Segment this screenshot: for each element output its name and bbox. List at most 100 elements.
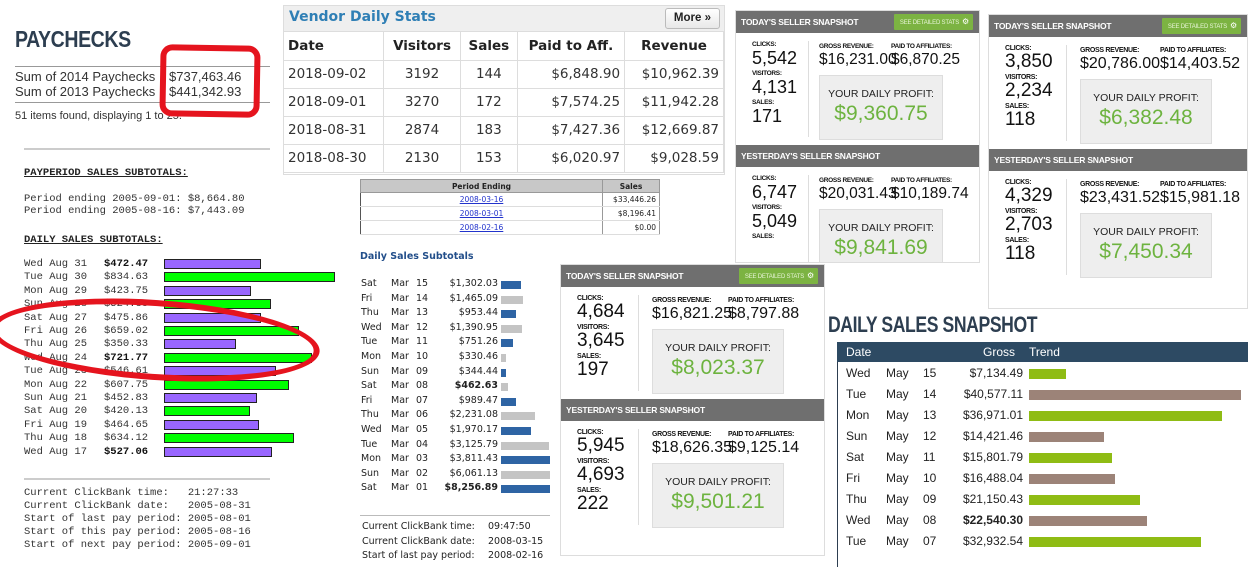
- visitors-value: 5,049: [752, 211, 798, 231]
- clicks-value: 5,945: [577, 435, 625, 456]
- day-label: Wed Aug 31: [24, 258, 88, 270]
- sales-bar: [501, 295, 524, 304]
- trend-bar: [1029, 369, 1067, 379]
- table-row: 2008-02-16 $0.00: [360, 220, 660, 235]
- sales-bar: [501, 485, 550, 494]
- daily-profit-label: YOUR DAILY PROFIT:: [828, 222, 934, 234]
- paid-to-affiliates-label: PAID TO AFFILIATES:: [891, 43, 952, 50]
- more-button[interactable]: More »: [664, 8, 720, 29]
- gross-revenue-value: $20,031.43: [819, 185, 897, 202]
- info-key: Start of last pay period:: [362, 550, 475, 561]
- paid-to-affiliates-value: $15,981.18: [1160, 189, 1241, 206]
- trend-bar: [1029, 432, 1105, 442]
- sales-value: 171: [752, 106, 783, 126]
- table-cell: $12,669.87: [624, 116, 724, 145]
- clickbank-info-line: Start of last pay period: 2005-08-01: [24, 513, 251, 525]
- info-key: Current ClickBank time:: [362, 521, 475, 532]
- daily-sales-row: Mon Aug 22 $607.75: [24, 379, 164, 392]
- snapshot-body: CLICKS: 6,747 VISITORS: 5,049 SALES: GROSS RE…: [736, 167, 979, 262]
- sales-value: $1,465.09: [449, 292, 498, 304]
- gross-value: $22,540.30: [962, 513, 1023, 527]
- sum-label: Sum of 2013 Paychecks: [15, 84, 156, 99]
- day-number: 08: [923, 513, 937, 527]
- traffic-stats: CLICKS: 5,945 VISITORS: 4,693 SALES: 222: [577, 429, 632, 516]
- sales-value: 118: [1005, 109, 1036, 130]
- snapshot-header: YESTERDAY'S SELLER SNAPSHOT: [989, 149, 1247, 171]
- sales-value: $464.65: [104, 418, 149, 431]
- weekday: Tue: [846, 534, 867, 548]
- day-number: 12: [416, 321, 429, 333]
- sales-value: 197: [577, 359, 609, 380]
- sales-value: $462.63: [454, 380, 498, 392]
- table-cell: 2018-09-01: [284, 88, 385, 117]
- visitors-value: 3,645: [577, 330, 625, 351]
- sales-bar: [164, 259, 261, 269]
- visitors-value: 2,703: [1005, 214, 1053, 235]
- seller-snapshot-card: TODAY'S SELLER SNAPSHOT SEE DETAILED STAT…: [988, 14, 1248, 309]
- period-link[interactable]: 2008-03-16: [360, 192, 603, 207]
- gear-icon: ⚙: [1230, 21, 1237, 30]
- see-detailed-stats-button[interactable]: SEE DETAILED STATS ⚙: [738, 268, 818, 284]
- clicks-value: 4,684: [577, 301, 625, 322]
- daily-sales-row: Tue Aug 30 $834.63: [24, 271, 164, 284]
- daily-profit-box: YOUR DAILY PROFIT: $9,841.69: [819, 209, 943, 262]
- weekday: Sat: [361, 482, 377, 494]
- month: Mar: [391, 394, 409, 406]
- column-header: Visitors: [383, 32, 461, 61]
- month: Mar: [391, 453, 409, 465]
- clickbank-info-line: Current ClickBank date: 2005-08-31: [24, 500, 251, 512]
- divider: [808, 175, 809, 262]
- day-number: 07: [923, 534, 937, 548]
- items-found-text: 51 items found, displaying 1 to 25.: [15, 110, 182, 122]
- table-cell: $6,848.90: [517, 60, 626, 89]
- day-number: 01: [416, 482, 429, 494]
- paychecks-title: PAYCHECKS: [15, 26, 131, 52]
- gross-revenue-label: GROSS REVENUE:: [819, 177, 874, 184]
- period-line: Period ending 2005-09-01: $8,664.80: [24, 193, 245, 205]
- month: Mar: [391, 365, 409, 377]
- traffic-stats: CLICKS: 4,684 VISITORS: 3,645 SALES: 197: [577, 295, 632, 382]
- panel-header: Vendor Daily Stats More »: [284, 6, 724, 32]
- see-detailed-stats-button[interactable]: SEE DETAILED STATS ⚙: [893, 14, 973, 30]
- column-header: Trend: [1029, 345, 1060, 359]
- sales-value: $472.47: [104, 258, 149, 270]
- divider: [1066, 179, 1067, 275]
- weekday: Wed: [846, 513, 871, 527]
- daily-profit-label: YOUR DAILY PROFIT:: [828, 88, 934, 100]
- period-sales: $8,196.41: [602, 206, 660, 221]
- month: May: [886, 471, 909, 485]
- month: May: [886, 387, 909, 401]
- day-label: Mon Aug 29: [24, 284, 88, 297]
- day-number: 11: [923, 450, 936, 464]
- traffic-stats: CLICKS: 4,329 VISITORS: 2,703 SALES: 118: [1005, 179, 1060, 266]
- table-cell: 183: [460, 116, 518, 145]
- table-cell: 3270: [383, 88, 461, 117]
- weekday: Wed: [846, 366, 871, 380]
- table-cell: 2018-08-30: [284, 144, 385, 173]
- clickbank-2005-panel: PAYPERIOD SALES SUBTOTALS: Period ending…: [0, 145, 350, 567]
- sales-value: $607.75: [104, 378, 149, 391]
- visitors-value: 4,693: [577, 464, 625, 485]
- gross-value: $32,932.54: [962, 534, 1023, 548]
- sum-label: Sum of 2014 Paychecks: [15, 69, 156, 84]
- weekday: Sun: [361, 365, 380, 377]
- table-cell: $9,028.59: [624, 144, 724, 173]
- sales-value: $989.47: [458, 394, 498, 406]
- weekday: Sun: [846, 429, 868, 443]
- see-detailed-stats-button[interactable]: SEE DETAILED STATS ⚙: [1161, 18, 1241, 34]
- sales-bar: [501, 397, 517, 406]
- daily-sales-row: Wed Aug 31 $472.47: [24, 258, 164, 271]
- month: Mar: [391, 438, 409, 450]
- day-number: 10: [923, 471, 937, 485]
- sales-value: $420.13: [104, 405, 149, 418]
- weekday: Wed: [361, 424, 382, 435]
- gross-revenue-value: $23,431.52: [1080, 189, 1161, 206]
- visitors-label: VISITORS:: [752, 70, 782, 77]
- period-link[interactable]: 2008-02-16: [360, 220, 603, 235]
- clicks-value: 3,850: [1005, 51, 1053, 72]
- daily-sales-snapshot-panel: DAILY SALES SNAPSHOT Date Gross Trend We…: [828, 312, 1248, 567]
- clicks-value: 5,542: [752, 48, 798, 68]
- period-ending-table: Period Ending Sales 2008-03-16 $33,446.26…: [360, 179, 660, 235]
- snapshot-body: CLICKS: 4,329 VISITORS: 2,703 SALES: 118 GROSS…: [989, 171, 1247, 283]
- period-link[interactable]: 2008-03-01: [360, 206, 603, 221]
